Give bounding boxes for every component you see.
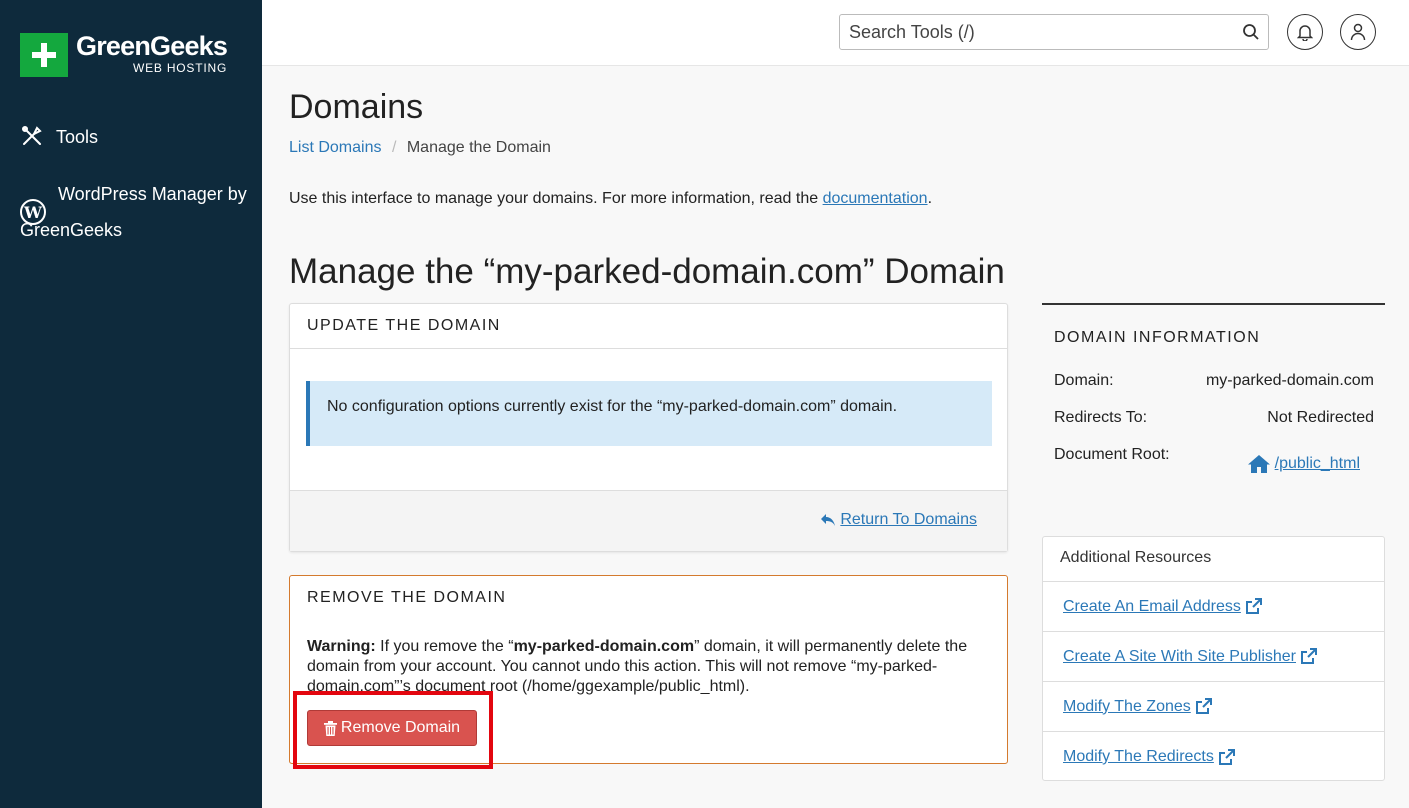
intro-text: Use this interface to manage your domain…: [289, 190, 933, 207]
external-link-icon: [1245, 598, 1262, 614]
home-icon: [1247, 455, 1270, 473]
breadcrumb: List Domains / Manage the Domain: [289, 139, 551, 157]
logo-subtitle: WEB HOSTING: [132, 61, 228, 75]
sidebar-item-wordpress-manager[interactable]: W WordPress Manager by GreenGeeks: [20, 176, 250, 248]
remove-panel-heading: REMOVE THE DOMAIN: [307, 589, 507, 606]
top-bar: [262, 0, 1409, 66]
return-to-domains-link[interactable]: Return To Domains: [820, 511, 977, 529]
resources-heading: Additional Resources: [1043, 537, 1384, 582]
tools-icon: [20, 124, 46, 150]
additional-resources-panel: Additional Resources Create An Email Add…: [1042, 536, 1385, 781]
breadcrumb-current: Manage the Domain: [406, 139, 551, 156]
sidebar-item-label: WordPress Manager by GreenGeeks: [20, 184, 247, 240]
sidebar: GreenGeeks WEB HOSTING Tools W WordPress…: [0, 0, 262, 808]
page-title: Domains: [289, 88, 424, 126]
section-title: Manage the “my-parked-domain.com” Domain: [289, 252, 1005, 291]
domain-information-heading: DOMAIN INFORMATION: [1054, 329, 1261, 346]
resource-link-site-publisher[interactable]: Create A Site With Site Publisher: [1043, 632, 1384, 682]
info-alert: No configuration options currently exist…: [306, 381, 992, 446]
info-row-document-root: Document Root: /public_html: [1054, 446, 1360, 474]
info-row-domain: Domain: my-parked-domain.com: [1054, 372, 1374, 389]
highlight-annotation-box: [293, 691, 493, 769]
reply-arrow-icon: [821, 514, 836, 526]
external-link-icon: [1301, 648, 1317, 664]
logo-name: GreenGeeks: [76, 31, 228, 61]
domain-information-panel: DOMAIN INFORMATION Domain: my-parked-doma…: [1042, 303, 1385, 518]
documentation-link[interactable]: documentation: [823, 190, 928, 207]
external-link-icon: [1218, 748, 1235, 765]
notifications-button[interactable]: [1287, 14, 1323, 50]
document-root-link[interactable]: /public_html: [1247, 454, 1360, 474]
sidebar-item-tools[interactable]: Tools: [20, 124, 98, 150]
plus-logo-icon: [20, 33, 68, 77]
greengeeks-logo[interactable]: GreenGeeks WEB HOSTING: [20, 31, 228, 77]
update-panel-footer: Return To Domains: [290, 490, 1007, 551]
update-domain-panel: UPDATE THE DOMAIN No configuration optio…: [289, 303, 1008, 552]
user-icon: [1350, 23, 1366, 41]
warning-text: Warning: If you remove the “my-parked-do…: [307, 638, 968, 695]
info-row-redirects: Redirects To: Not Redirected: [1054, 409, 1374, 426]
user-menu-button[interactable]: [1340, 14, 1376, 50]
resource-link-create-email[interactable]: Create An Email Address: [1043, 582, 1384, 632]
external-link-icon: [1195, 698, 1212, 714]
search-input[interactable]: [840, 15, 1220, 49]
breadcrumb-list-domains-link[interactable]: List Domains: [289, 139, 381, 156]
sidebar-item-label: Tools: [56, 126, 99, 147]
search-box[interactable]: [839, 14, 1269, 50]
search-icon[interactable]: [1242, 23, 1260, 46]
resource-link-modify-zones[interactable]: Modify The Zones: [1043, 682, 1384, 732]
resource-link-modify-redirects[interactable]: Modify The Redirects: [1043, 732, 1384, 782]
update-panel-heading: UPDATE THE DOMAIN: [290, 304, 1007, 349]
breadcrumb-separator: /: [391, 139, 397, 156]
bell-icon: [1297, 25, 1313, 41]
